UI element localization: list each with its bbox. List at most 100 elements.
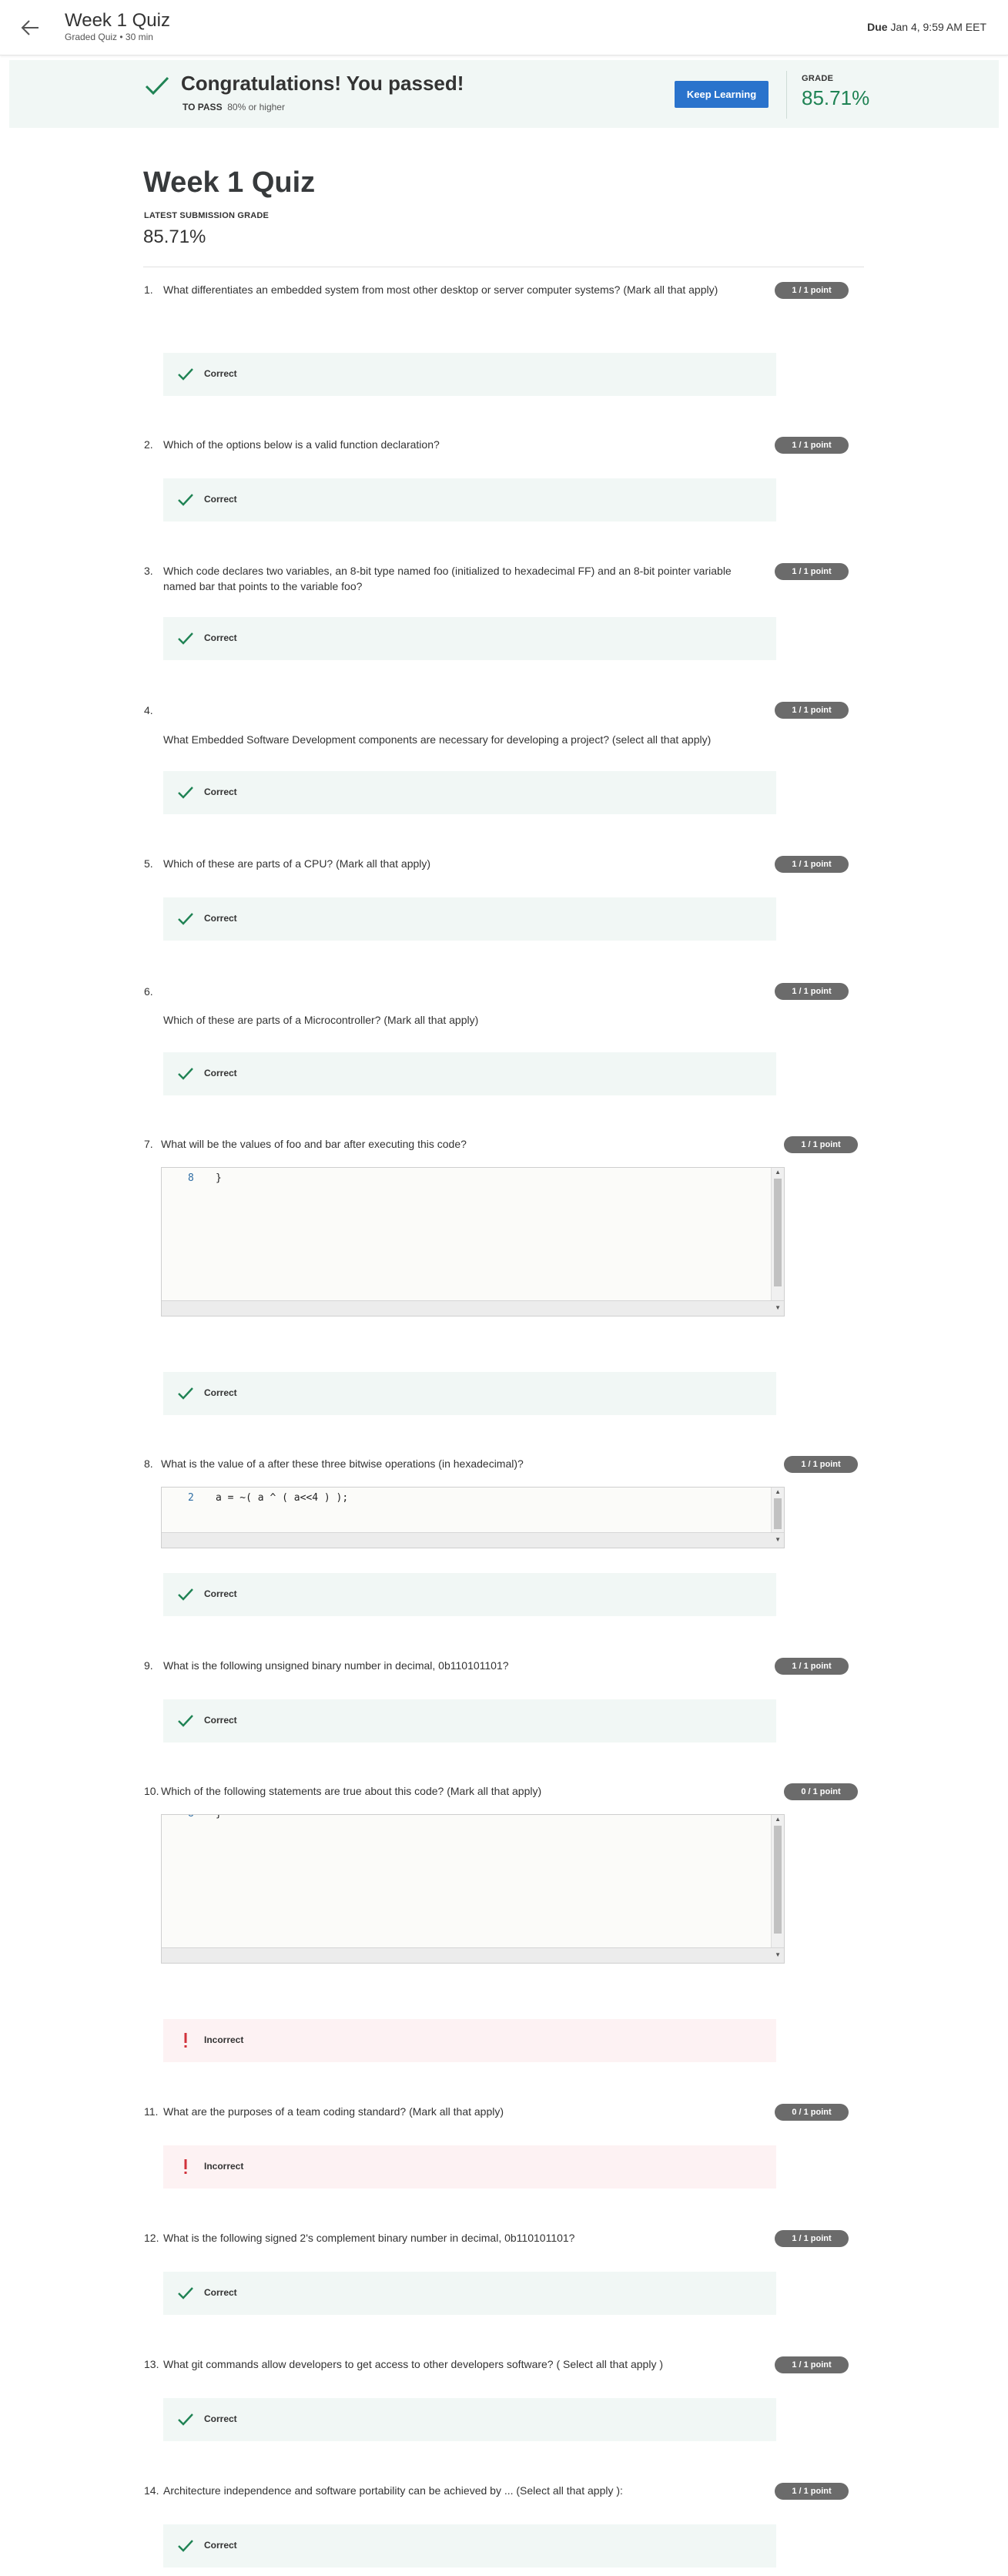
feedback-label: Incorrect — [204, 2161, 244, 2172]
due-date: Due Jan 4, 9:59 AM EET — [867, 21, 986, 33]
feedback-label: Correct — [204, 1588, 237, 1599]
to-pass-line: TO PASS 80% or higher — [183, 102, 285, 112]
to-pass-label: TO PASS — [183, 102, 223, 112]
question-text: What are the purposes of a team coding s… — [163, 2105, 504, 2118]
vertical-scrollbar[interactable]: ▲ — [771, 1168, 784, 1301]
check-icon — [177, 2537, 194, 2554]
pass-title: Congratulations! You passed! — [181, 72, 464, 95]
feedback-label: Correct — [204, 2287, 237, 2298]
feedback-incorrect: Incorrect — [163, 2019, 776, 2062]
feedback-correct: Correct — [163, 771, 776, 814]
feedback-label: Correct — [204, 1068, 237, 1078]
feedback-correct: Correct — [163, 1372, 776, 1415]
question-text: Which code declares two variables, an 8-… — [163, 565, 732, 592]
feedback-label: Correct — [204, 787, 237, 797]
question-text: What is the value of a after these three… — [161, 1457, 524, 1470]
check-icon — [177, 784, 194, 801]
feedback-label: Correct — [204, 1387, 237, 1398]
vertical-scrollbar[interactable]: ▲ — [771, 1488, 784, 1533]
horizontal-scrollbar[interactable]: ▼ — [162, 1300, 784, 1316]
question-number: 13. — [144, 2358, 159, 2370]
scroll-up-icon[interactable]: ▲ — [775, 1169, 781, 1176]
feedback-label: Correct — [204, 2413, 237, 2424]
feedback-correct: Correct — [163, 1699, 776, 1742]
code-editor[interactable]: 8 } ▲ ▼ — [161, 1167, 785, 1317]
feedback-label: Correct — [204, 913, 237, 924]
to-pass-value: 80% or higher — [227, 102, 285, 112]
points-badge: 1 / 1 point — [784, 1136, 858, 1153]
code-line-number: 8 — [188, 1172, 194, 1184]
check-icon — [177, 911, 194, 927]
feedback-correct: Correct — [163, 2524, 776, 2568]
feedback-label: Correct — [204, 632, 237, 643]
feedback-correct: Correct — [163, 478, 776, 522]
points-badge: 1 / 1 point — [775, 2356, 849, 2373]
points-badge: 1 / 1 point — [775, 282, 849, 299]
feedback-correct: Correct — [163, 897, 776, 941]
check-icon — [177, 1712, 194, 1729]
header-subtitle: Graded Quiz • 30 min — [65, 32, 153, 42]
scroll-thumb[interactable] — [774, 1826, 782, 1934]
feedback-correct: Correct — [163, 1573, 776, 1616]
points-badge: 1 / 1 point — [775, 702, 849, 719]
keep-learning-button[interactable]: Keep Learning — [675, 81, 769, 108]
feedback-label: Correct — [204, 2540, 237, 2551]
feedback-incorrect: Incorrect — [163, 2145, 776, 2189]
question-text: What is the following unsigned binary nu… — [163, 1659, 509, 1672]
points-badge: 1 / 1 point — [775, 2230, 849, 2247]
question-number: 14. — [144, 2484, 159, 2497]
question-number: 7. — [144, 1138, 153, 1150]
question-text: What will be the values of foo and bar a… — [161, 1138, 467, 1150]
feedback-correct: Correct — [163, 353, 776, 396]
scroll-thumb[interactable] — [774, 1498, 782, 1529]
question-number: 3. — [144, 565, 153, 577]
check-icon — [177, 2285, 194, 2302]
check-icon — [177, 1586, 194, 1603]
scroll-up-icon[interactable]: ▲ — [775, 1816, 781, 1823]
feedback-label: Correct — [204, 368, 237, 379]
banner-divider — [786, 71, 787, 119]
question-text: What Embedded Software Development compo… — [163, 733, 712, 746]
due-label: Due — [867, 21, 888, 33]
scroll-down-icon[interactable]: ▼ — [775, 1304, 781, 1311]
question-text: What git commands allow developers to ge… — [163, 2358, 663, 2370]
code-line-number: 2 — [188, 1492, 194, 1504]
check-icon — [177, 2411, 194, 2428]
back-arrow-icon[interactable] — [17, 14, 45, 42]
grade-value: 85.71% — [802, 86, 870, 109]
question-number: 4. — [144, 704, 153, 716]
points-badge: 0 / 1 point — [775, 2104, 849, 2121]
vertical-scrollbar[interactable]: ▲ — [771, 1815, 784, 1948]
question-text: Architecture independence and software p… — [163, 2484, 623, 2497]
scroll-down-icon[interactable]: ▼ — [775, 1951, 781, 1958]
scroll-up-icon[interactable]: ▲ — [775, 1488, 781, 1495]
question-number: 12. — [144, 2232, 159, 2244]
question-number: 11. — [144, 2105, 159, 2118]
question-number: 5. — [144, 857, 153, 870]
points-badge: 1 / 1 point — [775, 1658, 849, 1675]
latest-grade-label: LATEST SUBMISSION GRADE — [144, 211, 270, 220]
question-text: What differentiates an embedded system f… — [163, 283, 718, 296]
points-badge: 1 / 1 point — [775, 437, 849, 454]
points-badge: 1 / 1 point — [775, 856, 849, 873]
exclamation-icon — [177, 2158, 194, 2175]
question-number: 10. — [144, 1785, 159, 1797]
code-editor[interactable]: 2 a = ~( a ^ ( a<<4 ) ); ▲ ▼ — [161, 1487, 785, 1548]
code-editor[interactable]: 8 } ▲ ▼ — [161, 1814, 785, 1964]
scroll-down-icon[interactable]: ▼ — [775, 1536, 781, 1543]
horizontal-scrollbar[interactable]: ▼ — [162, 1947, 784, 1963]
due-value: Jan 4, 9:59 AM EET — [890, 21, 986, 33]
check-icon — [144, 75, 170, 98]
check-icon — [177, 1385, 194, 1402]
check-icon — [177, 491, 194, 508]
horizontal-scrollbar[interactable]: ▼ — [162, 1532, 784, 1548]
question-text: Which of these are parts of a Microcontr… — [163, 1014, 479, 1026]
scroll-thumb[interactable] — [774, 1179, 782, 1286]
code-text: } — [216, 1815, 222, 1820]
question-text: Which of these are parts of a CPU? (Mark… — [163, 857, 431, 870]
feedback-label: Correct — [204, 1715, 237, 1726]
points-badge: 0 / 1 point — [784, 1783, 858, 1800]
question-number: 8. — [144, 1457, 153, 1470]
question-number: 6. — [144, 985, 153, 998]
question-number: 2. — [144, 438, 153, 451]
